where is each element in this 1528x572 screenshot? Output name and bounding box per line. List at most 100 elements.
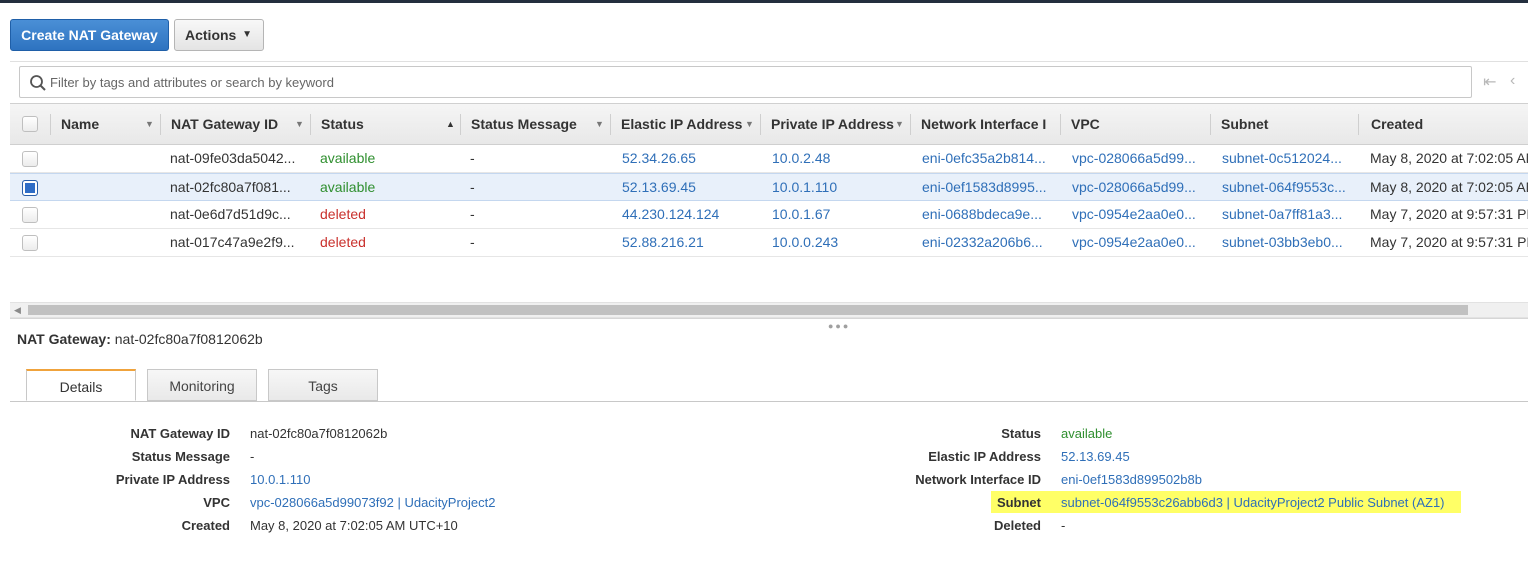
value-nat-gateway-id: nat-02fc80a7f0812062b xyxy=(250,426,388,441)
cell-network-interface[interactable]: eni-0efc35a2b814... xyxy=(922,145,1060,172)
cell-name xyxy=(61,174,161,201)
cell-private-ip[interactable]: 10.0.1.110 xyxy=(772,174,910,201)
cell-subnet[interactable]: subnet-064f9553c... xyxy=(1222,174,1358,201)
label-elastic-ip-address: Elastic IP Address xyxy=(928,449,1041,464)
column-divider xyxy=(910,114,911,135)
cell-network-interface[interactable]: eni-0688bdeca9e... xyxy=(922,201,1060,228)
label-private-ip-address: Private IP Address xyxy=(115,472,230,487)
column-header-nat-gateway-id[interactable]: NAT Gateway ID xyxy=(171,104,278,144)
label-created: Created xyxy=(181,518,230,533)
cell-status-message: - xyxy=(470,150,475,166)
column-header-subnet[interactable]: Subnet xyxy=(1221,104,1268,144)
value-status-message: - xyxy=(250,449,255,464)
table-row-selected[interactable]: nat-02fc80a7f081... available - 52.13.69… xyxy=(10,173,1528,201)
value-deleted: - xyxy=(1061,518,1066,533)
horizontal-scrollbar[interactable]: ◀ xyxy=(10,302,1528,318)
previous-page-icon[interactable]: ‹ xyxy=(1510,72,1515,90)
column-divider xyxy=(610,114,611,135)
column-header-status-message[interactable]: Status Message xyxy=(471,104,577,144)
column-divider xyxy=(310,114,311,135)
label-subnet: Subnet xyxy=(996,495,1041,510)
row-checkbox[interactable] xyxy=(22,235,38,251)
column-header-private-ip[interactable]: Private IP Address xyxy=(771,104,894,144)
row-checkbox[interactable] xyxy=(22,207,38,223)
column-header-network-interface[interactable]: Network Interface I xyxy=(921,104,1046,144)
detail-heading-value: nat-02fc80a7f0812062b xyxy=(114,331,263,347)
table-row[interactable]: nat-09fe03da5042... available - 52.34.26… xyxy=(10,145,1528,173)
column-header-name[interactable]: Name xyxy=(61,104,99,144)
cell-status-message: - xyxy=(470,179,475,195)
sort-ascending-icon[interactable]: ▲ xyxy=(446,104,455,144)
cell-vpc[interactable]: vpc-0954e2aa0e0... xyxy=(1072,229,1210,256)
row-checkbox[interactable] xyxy=(22,180,38,196)
detail-heading-label: NAT Gateway: xyxy=(17,331,111,347)
actions-label: Actions xyxy=(185,27,237,43)
cell-elastic-ip[interactable]: 52.88.216.21 xyxy=(622,229,760,256)
detail-heading: NAT Gateway: nat-02fc80a7f0812062b xyxy=(17,331,263,347)
cell-nat-gateway-id: nat-09fe03da5042... xyxy=(170,150,296,166)
cell-vpc[interactable]: vpc-0954e2aa0e0... xyxy=(1072,201,1210,228)
column-menu-icon[interactable]: ▼ xyxy=(895,104,904,144)
label-deleted: Deleted xyxy=(994,518,1041,533)
cell-vpc[interactable]: vpc-028066a5d99... xyxy=(1072,145,1210,172)
cell-elastic-ip[interactable]: 52.13.69.45 xyxy=(622,174,760,201)
tab-monitoring[interactable]: Monitoring xyxy=(147,369,257,401)
cell-nat-gateway-id: nat-02fc80a7f081... xyxy=(170,179,291,195)
cell-private-ip[interactable]: 10.0.1.67 xyxy=(772,201,910,228)
cell-subnet[interactable]: subnet-0c512024... xyxy=(1222,145,1358,172)
cell-subnet[interactable]: subnet-0a7ff81a3... xyxy=(1222,201,1358,228)
value-subnet[interactable]: subnet-064f9553c26abb6d3 | UdacityProjec… xyxy=(1061,495,1445,510)
cell-private-ip[interactable]: 10.0.0.243 xyxy=(772,229,910,256)
cell-status: deleted xyxy=(320,234,366,250)
column-header-created[interactable]: Created xyxy=(1371,104,1423,144)
cell-created: May 8, 2020 at 7:02:05 AM xyxy=(1370,179,1528,195)
tab-details[interactable]: Details xyxy=(26,369,136,401)
cell-elastic-ip[interactable]: 44.230.124.124 xyxy=(622,201,760,228)
select-all-checkbox[interactable] xyxy=(22,116,38,132)
value-elastic-ip-address[interactable]: 52.13.69.45 xyxy=(1061,449,1130,464)
filter-search-bar[interactable] xyxy=(19,66,1472,98)
column-menu-icon[interactable]: ▼ xyxy=(745,104,754,144)
column-divider xyxy=(50,114,51,135)
value-vpc[interactable]: vpc-028066a5d99073f92 | UdacityProject2 xyxy=(250,495,496,510)
value-private-ip-address[interactable]: 10.0.1.110 xyxy=(250,472,310,487)
column-menu-icon[interactable]: ▼ xyxy=(145,104,154,144)
value-network-interface-id[interactable]: eni-0ef1583d899502b8b xyxy=(1061,472,1202,487)
cell-status: available xyxy=(320,179,376,195)
actions-dropdown-button[interactable]: Actions ▼ xyxy=(174,19,264,51)
cell-network-interface[interactable]: eni-02332a206b6... xyxy=(922,229,1060,256)
table-header: Name ▼ NAT Gateway ID ▼ Status ▲ Status … xyxy=(10,103,1528,145)
label-vpc: VPC xyxy=(203,495,230,510)
column-header-status[interactable]: Status xyxy=(321,104,364,144)
column-header-elastic-ip[interactable]: Elastic IP Address xyxy=(621,104,742,144)
value-created: May 8, 2020 at 7:02:05 AM UTC+10 xyxy=(250,518,458,533)
cell-network-interface[interactable]: eni-0ef1583d8995... xyxy=(922,174,1060,201)
table-row[interactable]: nat-017c47a9e2f9... deleted - 52.88.216.… xyxy=(10,229,1528,257)
cell-created: May 7, 2020 at 9:57:31 PM xyxy=(1370,206,1528,222)
table-row[interactable]: nat-0e6d7d51d9c... deleted - 44.230.124.… xyxy=(10,201,1528,229)
tab-tags[interactable]: Tags xyxy=(268,369,378,401)
column-menu-icon[interactable]: ▼ xyxy=(295,104,304,144)
tab-divider xyxy=(10,401,1528,402)
first-page-icon[interactable]: ⇤ xyxy=(1483,72,1496,92)
resize-handle-icon[interactable]: ●●● xyxy=(828,321,850,331)
console-top-bar xyxy=(0,0,1528,3)
cell-created: May 7, 2020 at 9:57:31 PM xyxy=(1370,234,1528,250)
row-checkbox[interactable] xyxy=(22,151,38,167)
cell-subnet[interactable]: subnet-03bb3eb0... xyxy=(1222,229,1358,256)
column-divider xyxy=(1210,114,1211,135)
column-header-vpc[interactable]: VPC xyxy=(1071,104,1100,144)
cell-status: deleted xyxy=(320,206,366,222)
scroll-left-icon[interactable]: ◀ xyxy=(14,303,21,317)
search-icon xyxy=(30,75,46,91)
cell-name xyxy=(61,145,161,172)
scrollbar-thumb[interactable] xyxy=(28,305,1468,315)
column-menu-icon[interactable]: ▼ xyxy=(595,104,604,144)
cell-nat-gateway-id: nat-017c47a9e2f9... xyxy=(170,234,295,250)
cell-private-ip[interactable]: 10.0.2.48 xyxy=(772,145,910,172)
column-divider xyxy=(1060,114,1061,135)
cell-vpc[interactable]: vpc-028066a5d99... xyxy=(1072,174,1210,201)
search-input[interactable] xyxy=(50,68,1450,96)
cell-elastic-ip[interactable]: 52.34.26.65 xyxy=(622,145,760,172)
create-nat-gateway-button[interactable]: Create NAT Gateway xyxy=(10,19,169,51)
